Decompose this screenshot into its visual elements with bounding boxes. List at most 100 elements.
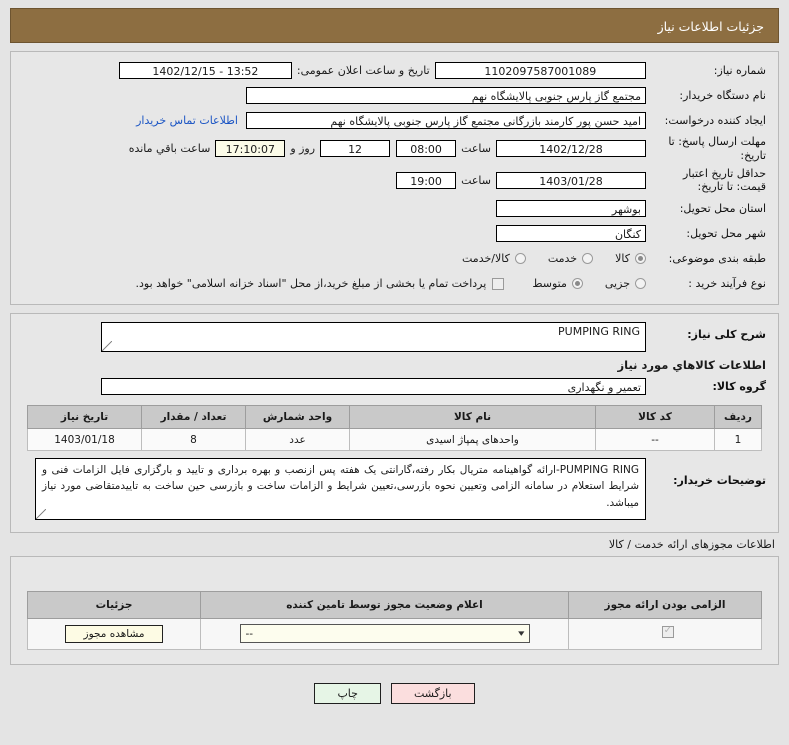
row-buyer-notes: توضیحات خریدار: PUMPING RING-ارائه گواهی… bbox=[11, 451, 778, 522]
group-value: تعمیر و نگهداری bbox=[101, 378, 646, 395]
cell-permit-status: ▾ -- bbox=[200, 617, 569, 650]
process-option-minor-label: جزیی bbox=[604, 277, 630, 290]
process-type-label: نوع فرآیند خرید : bbox=[688, 276, 766, 290]
row-buyer-org: نام دستگاه خریدار: مجتمع گاز پارس جنوبی … bbox=[11, 83, 778, 108]
treasury-bonds-note: پرداخت تمام یا بخشی از مبلغ خرید،از محل … bbox=[135, 277, 487, 290]
row-goods-group: گروه کالا: تعمیر و نگهداری bbox=[11, 374, 778, 399]
category-option-service-label: خدمت bbox=[547, 252, 578, 265]
goods-heading: اطلاعات کالاهاي مورد نیاز bbox=[617, 358, 766, 372]
chevron-down-icon: ▾ bbox=[518, 628, 525, 639]
treasury-bonds-checkbox[interactable] bbox=[492, 277, 505, 290]
price-validity-hour-label: ساعت bbox=[461, 173, 491, 187]
radio-icon-goods[interactable] bbox=[635, 253, 646, 264]
row-city: شهر محل تحویل: کنگان bbox=[11, 221, 778, 246]
col-goods-code: کد کالا bbox=[595, 405, 715, 429]
table-row: 1 -- واحدهای پمپاژ اسیدی عدد 8 1403/01/1… bbox=[27, 428, 762, 451]
row-creator: ایجاد کننده درخواست: امید حسن پور کارمند… bbox=[11, 108, 778, 133]
buyer-org-value: مجتمع گاز پارس جنوبی پالایشگاه نهم bbox=[246, 87, 646, 104]
buyer-org-label: نام دستگاه خریدار: bbox=[679, 88, 766, 102]
col-goods-name: نام کالا bbox=[349, 405, 596, 429]
category-option-goods-service-label: کالا/خدمت bbox=[462, 252, 510, 265]
goods-table-header-row: ردیف کد کالا نام کالا واحد شمارش تعداد /… bbox=[27, 405, 762, 429]
creator-value: امید حسن پور کارمند بازرگانی مجتمع گاز پ… bbox=[246, 112, 646, 129]
cell-quantity: 8 bbox=[141, 428, 246, 451]
permits-table: الزامی بودن ارائه مجوز اعلام وضعیت مجوز … bbox=[27, 590, 762, 650]
deadline-date: 1402/12/28 bbox=[496, 140, 646, 158]
city-label: شهر محل تحویل: bbox=[686, 226, 766, 240]
price-validity-label: حداقل تاریخ اعتبار قیمت: تا تاریخ: bbox=[682, 166, 766, 194]
row-need-number: شماره نیاز: 1102097587001089 تاریخ و ساع… bbox=[11, 58, 778, 83]
summary-value-box[interactable]: PUMPING RING bbox=[101, 322, 646, 352]
view-permit-button[interactable]: مشاهده مجوز bbox=[64, 624, 164, 643]
radio-icon-service[interactable] bbox=[582, 253, 594, 264]
deadline-label: مهلت ارسال پاسخ: تا تاریخ: bbox=[668, 135, 766, 162]
permit-status-select[interactable]: ▾ -- bbox=[239, 624, 530, 644]
category-label: طبقه بندی موضوعی: bbox=[668, 251, 766, 265]
process-option-minor[interactable]: جزیی bbox=[605, 277, 646, 290]
print-button[interactable]: چاپ bbox=[314, 682, 381, 704]
permit-status-value: -- bbox=[245, 627, 254, 640]
cell-permit-required bbox=[568, 617, 762, 650]
permits-section-title: اطلاعات مجوزهای ارائه خدمت / کالا bbox=[608, 537, 775, 551]
col-permit-status: اعلام وضعیت مجوز توسط تامین کننده bbox=[200, 590, 569, 619]
cell-permit-details: مشاهده مجوز bbox=[27, 617, 201, 650]
process-option-medium[interactable]: متوسط bbox=[532, 277, 583, 290]
col-need-date: تاریخ نیاز bbox=[27, 405, 142, 429]
buyer-notes-box[interactable]: PUMPING RING-ارائه گواهینامه متریال بکار… bbox=[35, 458, 646, 520]
row-province: استان محل تحویل: بوشهر bbox=[11, 196, 778, 221]
creator-label: ایجاد کننده درخواست: bbox=[664, 113, 766, 127]
buyer-contact-link[interactable]: اطلاعات تماس خریدار bbox=[128, 114, 246, 127]
city-value: کنگان bbox=[496, 225, 646, 242]
row-process-type: نوع فرآیند خرید : جزیی متوسط پرداخت تمام… bbox=[11, 271, 778, 296]
permits-panel: الزامی بودن ارائه مجوز اعلام وضعیت مجوز … bbox=[10, 555, 779, 665]
row-price-validity: حداقل تاریخ اعتبار قیمت: تا تاریخ: 1403/… bbox=[11, 165, 778, 197]
announce-label: تاریخ و ساعت اعلان عمومی: bbox=[296, 64, 430, 77]
resize-grip-icon[interactable] bbox=[102, 341, 112, 351]
col-quantity: تعداد / مقدار bbox=[141, 405, 246, 429]
remaining-time: 17:10:07 bbox=[215, 140, 286, 158]
summary-value: PUMPING RING bbox=[558, 325, 640, 338]
province-label: استان محل تحویل: bbox=[679, 201, 766, 215]
col-permit-details: جزئیات bbox=[27, 590, 201, 619]
back-button[interactable]: بازگشت bbox=[390, 682, 475, 704]
cell-row-number: 1 bbox=[714, 428, 762, 451]
need-summary-panel: شماره نیاز: 1102097587001089 تاریخ و ساع… bbox=[10, 51, 779, 305]
announce-value: 1402/12/15 - 13:52 bbox=[118, 62, 292, 79]
remaining-days-label: روز و bbox=[290, 142, 316, 156]
price-validity-date: 1403/01/28 bbox=[496, 171, 646, 189]
remaining-suffix-label: ساعت باقي مانده bbox=[128, 142, 211, 156]
process-option-medium-label: متوسط bbox=[532, 277, 567, 290]
cell-goods-code: -- bbox=[595, 428, 715, 451]
radio-icon-goods-service[interactable] bbox=[514, 253, 526, 264]
col-unit: واحد شمارش bbox=[245, 405, 350, 429]
goods-info-panel: شرح کلی نیاز: PUMPING RING اطلاعات کالاه… bbox=[10, 313, 779, 533]
radio-icon-medium[interactable] bbox=[571, 278, 583, 289]
row-category: طبقه بندی موضوعی: کالا خدمت کالا/خدمت bbox=[11, 246, 778, 271]
category-option-goods-label: کالا bbox=[615, 252, 630, 265]
footer-actions: بازگشت چاپ bbox=[0, 665, 789, 704]
category-option-goods[interactable]: کالا bbox=[615, 252, 646, 265]
buyer-notes-value: PUMPING RING-ارائه گواهینامه متریال بکار… bbox=[42, 464, 640, 509]
goods-table: ردیف کد کالا نام کالا واحد شمارش تعداد /… bbox=[27, 405, 762, 451]
price-validity-time: 19:00 bbox=[396, 171, 457, 189]
permit-required-checkbox bbox=[662, 625, 674, 639]
col-permit-required: الزامی بودن ارائه مجوز bbox=[568, 590, 762, 619]
deadline-hour-label: ساعت bbox=[461, 142, 491, 156]
province-value: بوشهر bbox=[496, 200, 646, 217]
cell-unit: عدد bbox=[245, 428, 350, 451]
need-number-label: شماره نیاز: bbox=[713, 63, 766, 77]
process-radio-group: جزیی متوسط bbox=[510, 277, 646, 290]
need-number-value: 1102097587001089 bbox=[434, 62, 646, 79]
radio-icon-minor[interactable] bbox=[635, 278, 646, 289]
page-root: جزئیات اطلاعات نیاز شماره نیاز: 11020975… bbox=[0, 0, 789, 704]
category-option-service[interactable]: خدمت bbox=[547, 252, 594, 265]
cell-need-date: 1403/01/18 bbox=[27, 428, 142, 451]
row-deadline: مهلت ارسال پاسخ: تا تاریخ: 1402/12/28 سا… bbox=[11, 133, 778, 165]
col-row-number: ردیف bbox=[714, 405, 762, 429]
titlebar-wrapper: جزئیات اطلاعات نیاز bbox=[0, 0, 789, 43]
cell-goods-name: واحدهای پمپاژ اسیدی bbox=[349, 428, 596, 451]
resize-grip-icon-notes[interactable] bbox=[36, 508, 46, 519]
row-summary: شرح کلی نیاز: PUMPING RING bbox=[11, 320, 778, 354]
permits-row: ▾ -- مشاهده مجوز bbox=[27, 617, 762, 650]
category-option-goods-service[interactable]: کالا/خدمت bbox=[462, 252, 526, 265]
